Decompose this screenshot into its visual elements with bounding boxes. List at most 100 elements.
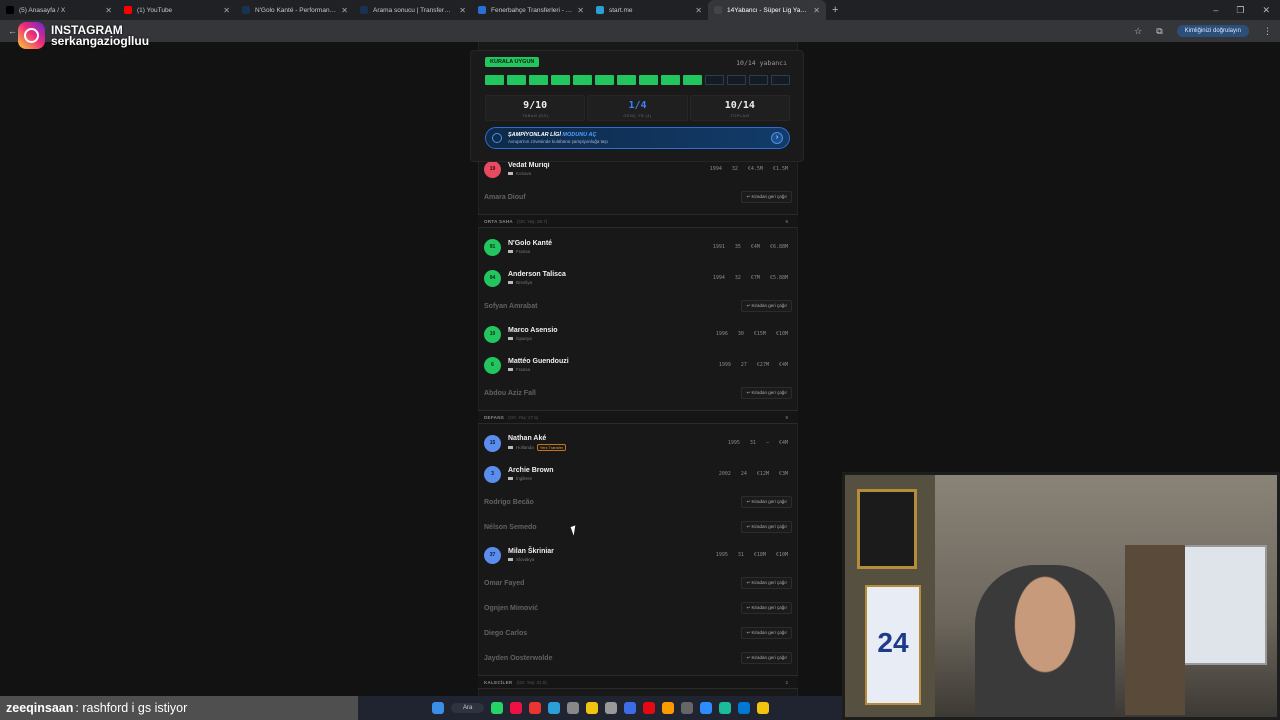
chrome-icon[interactable] bbox=[757, 702, 770, 714]
loaned-player-row[interactable]: Abdou Aziz Fall ↩ Kiradan geri çağır bbox=[484, 381, 792, 405]
whatsapp-icon[interactable] bbox=[491, 702, 504, 714]
jersey-number-badge: 91 bbox=[484, 238, 501, 256]
telegram-icon[interactable] bbox=[548, 702, 561, 714]
champions-league-mode-button[interactable]: ŞAMPİYONLAR LİGİ MODUNU AÇ Avrupa'nın zi… bbox=[485, 127, 790, 149]
loaned-player-row[interactable]: Omar Fayed ↩ Kiradan geri çağır bbox=[484, 571, 792, 595]
maximize-icon[interactable]: ❐ bbox=[1236, 5, 1244, 16]
market-value: €4.5M bbox=[747, 166, 763, 172]
tab-title: Fenerbahçe Transferleri - Tüm S bbox=[491, 6, 572, 14]
chevron-right-icon[interactable]: › bbox=[771, 132, 783, 144]
browser-tab[interactable]: (1) YouTube ✕ bbox=[118, 0, 236, 20]
transfer-fee: €10M bbox=[775, 331, 788, 337]
app-icon[interactable] bbox=[624, 702, 637, 714]
player-row[interactable]: 91 N'Golo Kanté Fransa 1991 35 €4M €6.88M bbox=[484, 232, 792, 262]
back-icon[interactable]: ← bbox=[8, 26, 17, 36]
browser-tab[interactable]: (5) Anasayfa / X ✕ bbox=[0, 0, 118, 20]
stat-young: 1/4 GENÇ YB (4) bbox=[587, 95, 688, 121]
minimize-icon[interactable]: – bbox=[1213, 5, 1218, 16]
section-name: DEFANS bbox=[484, 414, 505, 420]
close-tab-icon[interactable]: ✕ bbox=[459, 6, 466, 15]
settings-icon[interactable] bbox=[605, 702, 618, 714]
extensions-icon[interactable]: ⧉ bbox=[1156, 26, 1162, 37]
recall-from-loan-button[interactable]: ↩ Kiradan geri çağır bbox=[741, 602, 792, 614]
loaned-player-row[interactable]: Amara Diouf ↩ Kiradan geri çağır bbox=[484, 185, 792, 209]
player-row[interactable]: 3 Archie Brown İngiltere 2002 24 €12M €3M bbox=[484, 459, 792, 489]
market-value: €12M bbox=[756, 471, 769, 477]
recall-from-loan-button[interactable]: ↩ Kiradan geri çağır bbox=[741, 496, 792, 508]
webcam-overlay: 24 bbox=[842, 472, 1280, 720]
browser-tab[interactable]: 14Yabancı - Süper Lig Yabancı ✕ bbox=[708, 0, 826, 20]
browser-tab[interactable]: Fenerbahçe Transferleri - Tüm S ✕ bbox=[472, 0, 590, 20]
player-name: Nathan Aké bbox=[508, 435, 547, 442]
quota-slot bbox=[485, 75, 504, 85]
player-row[interactable]: 10 Marco Asensio İspanya 1996 30 €15M €10M bbox=[484, 319, 792, 349]
close-tab-icon[interactable]: ✕ bbox=[223, 6, 230, 15]
quota-slot bbox=[771, 75, 790, 85]
new-transfer-tag: Yeni Transfer bbox=[536, 444, 567, 451]
close-tab-icon[interactable]: ✕ bbox=[577, 6, 584, 15]
close-tab-icon[interactable]: ✕ bbox=[813, 6, 820, 15]
recall-from-loan-button[interactable]: ↩ Kiradan geri çağır bbox=[741, 577, 792, 589]
player-nationality: İngiltere bbox=[516, 476, 533, 481]
recall-from-loan-button[interactable]: ↩ Kiradan geri çağır bbox=[741, 387, 792, 399]
app-icon[interactable] bbox=[681, 702, 694, 714]
jersey-number-badge: 10 bbox=[484, 325, 501, 343]
favicon-icon bbox=[124, 6, 132, 14]
player-row[interactable]: 6 Mattéo Guendouzi Fransa 1999 27 €27M €4M bbox=[484, 350, 792, 380]
taskbar-search[interactable]: Ara bbox=[451, 703, 485, 713]
market-value: €27M bbox=[756, 362, 769, 368]
app-icon[interactable] bbox=[719, 702, 732, 714]
loaned-player-row[interactable]: Sofyan Amrabat ↩ Kiradan geri çağır bbox=[484, 294, 792, 318]
tab-title: start.me bbox=[609, 6, 633, 14]
loaned-player-row[interactable]: Ognjen Mimović ↩ Kiradan geri çağır bbox=[484, 596, 792, 620]
recall-from-loan-button[interactable]: ↩ Kiradan geri çağır bbox=[741, 627, 792, 639]
close-tab-icon[interactable]: ✕ bbox=[341, 6, 348, 15]
market-value: €4M bbox=[750, 244, 760, 250]
browser-tab[interactable]: Arama sonucu | Transfermarkt ✕ bbox=[354, 0, 472, 20]
browser-tab[interactable]: start.me ✕ bbox=[590, 0, 708, 20]
app-icon[interactable] bbox=[510, 702, 523, 714]
player-row[interactable]: 94 Anderson Talisca Brezilya 1994 32 €7M €5.88… bbox=[484, 263, 792, 293]
tab-title: Arama sonucu | Transfermarkt bbox=[373, 6, 455, 14]
app-icon[interactable] bbox=[567, 702, 580, 714]
loaned-player-row[interactable]: Nélson Semedo ↩ Kiradan geri çağır bbox=[484, 515, 792, 539]
birth-year: 2002 bbox=[718, 471, 731, 477]
chat-user: zeeqinsaan bbox=[6, 701, 74, 715]
birth-year: 1994 bbox=[712, 275, 725, 281]
loaned-player-row[interactable]: Jayden Oosterwolde ↩ Kiradan geri çağır bbox=[484, 646, 792, 670]
recall-from-loan-button[interactable]: ↩ Kiradan geri çağır bbox=[741, 191, 792, 203]
close-tab-icon[interactable]: ✕ bbox=[105, 6, 112, 15]
recall-from-loan-button[interactable]: ↩ Kiradan geri çağır bbox=[741, 652, 792, 664]
loaned-player-row[interactable]: Diego Carlos ↩ Kiradan geri çağır bbox=[484, 621, 792, 645]
jersey-number-badge: 15 bbox=[484, 434, 501, 452]
player-age: 35 bbox=[734, 244, 741, 250]
app-icon[interactable] bbox=[738, 702, 751, 714]
vlc-icon[interactable] bbox=[662, 702, 675, 714]
favicon-icon bbox=[242, 6, 250, 14]
browser-tab[interactable]: N'Golo Kanté - Performans bilgileri ✕ bbox=[236, 0, 354, 20]
windows-start-icon[interactable] bbox=[432, 702, 444, 714]
flag-icon bbox=[508, 337, 513, 340]
new-tab-button[interactable]: + bbox=[826, 4, 844, 16]
recall-from-loan-button[interactable]: ↩ Kiradan geri çağır bbox=[741, 521, 792, 533]
loaned-player-row[interactable]: Rodrigo Becão ↩ Kiradan geri çağır bbox=[484, 490, 792, 514]
netflix-icon[interactable] bbox=[643, 702, 656, 714]
loaned-player-name: Ognjen Mimović bbox=[484, 604, 539, 612]
chrome-icon[interactable] bbox=[586, 702, 599, 714]
menu-icon[interactable]: ⋮ bbox=[1263, 26, 1272, 37]
flag-icon bbox=[508, 281, 513, 284]
zoom-icon[interactable] bbox=[700, 702, 713, 714]
recall-from-loan-button[interactable]: ↩ Kiradan geri çağır bbox=[741, 300, 792, 312]
birth-year: 1995 bbox=[715, 552, 728, 558]
close-window-icon[interactable]: ✕ bbox=[1262, 5, 1270, 16]
player-row[interactable]: 37 Milan Škriniar Slovakya 1995 31 €18M €10M bbox=[484, 540, 792, 570]
app-icon[interactable] bbox=[529, 702, 542, 714]
verify-identity-button[interactable]: Kimliğinizi doğrulayın bbox=[1176, 25, 1249, 37]
section-average-age: (Ort. Yaş: 28.7) bbox=[516, 218, 548, 224]
birth-year: 1999 bbox=[718, 362, 731, 368]
quota-stats: 9/10 TABAN (KS) 1/4 GENÇ YB (4) 10/14 TO… bbox=[485, 95, 790, 121]
close-tab-icon[interactable]: ✕ bbox=[695, 6, 702, 15]
transfer-fee: €1.5M bbox=[772, 166, 788, 172]
bookmark-star-icon[interactable]: ☆ bbox=[1134, 26, 1142, 37]
player-row[interactable]: 15 Nathan Aké Hollanda Yeni Transfer 1995 31 –… bbox=[484, 428, 792, 458]
